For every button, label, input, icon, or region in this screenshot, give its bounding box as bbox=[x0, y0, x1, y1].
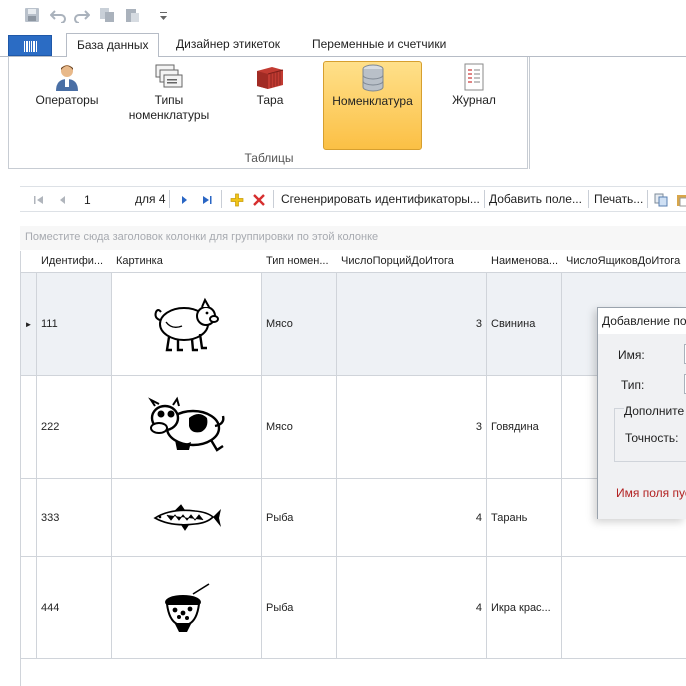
save-icon[interactable] bbox=[24, 7, 40, 23]
column-header-portions[interactable]: ЧислоПорцийДоИтога bbox=[337, 251, 488, 273]
row-indicator-header bbox=[21, 251, 38, 273]
delete-record-icon[interactable] bbox=[252, 187, 266, 211]
cell-portions[interactable]: 4 bbox=[337, 479, 487, 556]
column-header-type[interactable]: Тип номен... bbox=[262, 251, 338, 273]
paste-icon[interactable] bbox=[676, 187, 686, 211]
cell-id[interactable]: 333 bbox=[37, 479, 112, 556]
paste-icon[interactable] bbox=[124, 7, 140, 23]
undo-icon[interactable] bbox=[49, 7, 66, 24]
table-row[interactable]: ► 111 Мясо 3 Свинина bbox=[21, 273, 686, 376]
cell-type[interactable]: Рыба bbox=[262, 479, 337, 556]
cow-icon bbox=[147, 396, 225, 452]
dialog-body: Имя: Тип: Дополните Точность: Имя поля п… bbox=[598, 334, 686, 519]
previous-record-icon[interactable] bbox=[56, 187, 70, 211]
dialog-extra-label: Дополните bbox=[624, 404, 686, 418]
table-row[interactable]: 333 Рыба 4 Тарань bbox=[21, 479, 686, 557]
barcode-icon bbox=[24, 41, 37, 52]
group-by-panel[interactable]: Поместите сюда заголовок колонки для гру… bbox=[20, 226, 686, 250]
record-position-input[interactable] bbox=[80, 189, 132, 210]
ribbon-group-label: Таблицы bbox=[244, 151, 294, 165]
nomenclature-types-button[interactable]: Типы номенклатуры bbox=[119, 61, 219, 147]
quick-access-toolbar bbox=[0, 0, 686, 32]
add-record-icon[interactable] bbox=[230, 187, 244, 211]
pig-icon bbox=[154, 297, 219, 352]
nomenclature-button[interactable]: Номенклатура bbox=[323, 61, 422, 150]
user-icon bbox=[56, 65, 78, 91]
cell-type[interactable]: Рыба bbox=[262, 557, 337, 658]
nomenclature-label: Номенклатура bbox=[332, 94, 413, 108]
cell-name[interactable]: Говядина bbox=[487, 376, 562, 478]
column-header-name[interactable]: Наименова... bbox=[487, 251, 563, 273]
cell-picture[interactable] bbox=[112, 376, 262, 478]
journal-label: Журнал bbox=[452, 93, 496, 107]
cell-type[interactable]: Мясо bbox=[262, 273, 337, 375]
fish-icon bbox=[152, 503, 221, 531]
cards-icon bbox=[155, 64, 183, 88]
cell-portions[interactable]: 3 bbox=[337, 273, 487, 375]
nomenclature-grid: Идентифи... Картинка Тип номен... ЧислоП… bbox=[20, 251, 686, 686]
record-count-label: для 4 bbox=[135, 192, 166, 206]
caviar-icon bbox=[164, 582, 209, 632]
column-header-picture[interactable]: Картинка bbox=[112, 251, 263, 273]
cell-boxes[interactable] bbox=[562, 557, 686, 658]
cell-portions[interactable]: 4 bbox=[337, 557, 487, 658]
cell-type[interactable]: Мясо bbox=[262, 376, 337, 478]
cell-id[interactable]: 222 bbox=[37, 376, 112, 478]
column-header-boxes[interactable]: ЧислоЯщиковДоИтога bbox=[562, 251, 686, 273]
cell-id[interactable]: 111 bbox=[37, 273, 112, 375]
tab-variables-counters[interactable]: Переменные и счетчики bbox=[302, 33, 456, 58]
copy-icon[interactable] bbox=[654, 187, 668, 211]
dialog-name-label: Имя: bbox=[618, 348, 645, 362]
cell-portions[interactable]: 3 bbox=[337, 376, 487, 478]
cell-id[interactable]: 444 bbox=[37, 557, 112, 658]
add-field-button[interactable]: Добавить поле... bbox=[489, 187, 582, 211]
copy-icon[interactable] bbox=[99, 7, 115, 23]
cell-name[interactable]: Тарань bbox=[487, 479, 562, 556]
redo-icon[interactable] bbox=[74, 7, 91, 24]
print-button[interactable]: Печать... bbox=[594, 187, 643, 211]
cell-picture[interactable] bbox=[112, 273, 262, 375]
generate-ids-button[interactable]: Сгененрировать идентификаторы... bbox=[281, 187, 480, 211]
next-record-icon[interactable] bbox=[177, 187, 191, 211]
operators-button[interactable]: Операторы bbox=[29, 61, 105, 121]
table-row[interactable]: 444 Рыба 4 Икра крас... bbox=[21, 557, 686, 659]
container-icon bbox=[257, 67, 284, 89]
table-row[interactable]: 222 Мясо 3 Говядина bbox=[21, 376, 686, 479]
cell-name[interactable]: Икра крас... bbox=[487, 557, 562, 658]
journal-icon bbox=[464, 63, 484, 91]
dialog-error-message: Имя поля пус bbox=[616, 486, 686, 500]
last-record-icon[interactable] bbox=[200, 187, 214, 211]
customize-dropdown-icon[interactable] bbox=[156, 9, 172, 25]
nomenclature-types-label: Типы номенклатуры bbox=[128, 93, 210, 122]
container-button[interactable]: Тара bbox=[239, 61, 301, 121]
current-row-indicator: ► bbox=[21, 273, 37, 375]
tab-database[interactable]: База данных bbox=[66, 33, 160, 58]
container-label: Тара bbox=[256, 93, 284, 107]
cell-picture[interactable] bbox=[112, 557, 262, 658]
column-header-id[interactable]: Идентифи... bbox=[37, 251, 113, 273]
cell-picture[interactable] bbox=[112, 479, 262, 556]
database-icon bbox=[362, 64, 383, 92]
operators-label: Операторы bbox=[35, 93, 99, 107]
first-record-icon[interactable] bbox=[32, 187, 46, 211]
dialog-title: Добавление по bbox=[598, 308, 686, 334]
application-menu-button[interactable] bbox=[8, 35, 52, 56]
dialog-type-label: Тип: bbox=[621, 378, 645, 392]
grid-navigator: для 4 Сгененрировать идентификаторы... Д… bbox=[20, 186, 686, 212]
dialog-precision-label: Точность: bbox=[625, 431, 679, 445]
cell-name[interactable]: Свинина bbox=[487, 273, 562, 375]
ribbon-empty-area bbox=[529, 57, 686, 169]
add-field-dialog: Добавление по Имя: Тип: Дополните Точнос… bbox=[597, 307, 686, 519]
ribbon-tabs: База данных Дизайнер этикеток Переменные… bbox=[0, 32, 686, 58]
tab-label-designer[interactable]: Дизайнер этикеток bbox=[166, 33, 290, 58]
journal-button[interactable]: Журнал bbox=[441, 61, 507, 121]
ribbon-panel: Операторы Типы номенклатуры Тара Номенкл… bbox=[8, 57, 528, 169]
